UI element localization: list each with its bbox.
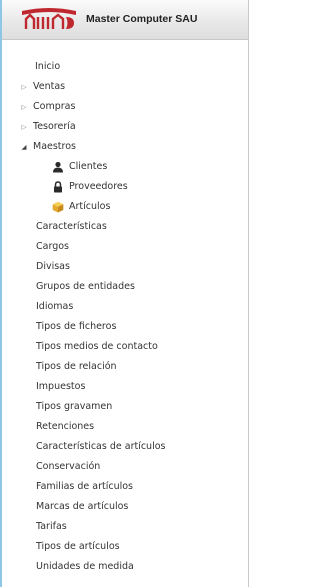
nav-item-grupos-entidades[interactable]: Grupos de entidades	[36, 277, 135, 297]
nav-label: Compras	[33, 101, 76, 112]
nav-item-tipos-gravamen[interactable]: Tipos gravamen	[36, 397, 112, 417]
nav-item-cargos[interactable]: Cargos	[36, 237, 69, 257]
nav-label: Familias de artículos	[36, 481, 134, 492]
nav-label: Tesorería	[33, 121, 76, 132]
nav-label: Tipos de ficheros	[36, 321, 117, 332]
nav-item-tarifas[interactable]: Tarifas	[36, 517, 67, 537]
lock-icon	[54, 181, 62, 193]
nav-item-caracteristicas[interactable]: Características	[36, 217, 107, 237]
nav-label: Características	[36, 221, 107, 232]
collapse-arrow-icon[interactable]: ◢	[20, 137, 28, 157]
nav-label: Clientes	[69, 161, 108, 172]
nav-item-inicio[interactable]: Inicio	[35, 57, 60, 77]
master-computer-logo-icon	[22, 8, 76, 29]
nav-label: Tipos de relación	[36, 361, 117, 372]
nav-item-impuestos[interactable]: Impuestos	[36, 377, 85, 397]
nav-item-tipos-articulos[interactable]: Tipos de artículos	[36, 537, 120, 557]
nav-label: Conservación	[36, 461, 101, 472]
nav-label: Tipos medios de contacto	[36, 341, 158, 352]
nav-item-tipos-medios-contacto[interactable]: Tipos medios de contacto	[36, 337, 158, 357]
nav-item-marcas-articulos[interactable]: Marcas de artículos	[36, 497, 128, 517]
navigation-panel: Master Computer SAU Inicio ▷ Ventas ▷ Co…	[0, 0, 249, 587]
expand-arrow-icon[interactable]: ▷	[20, 97, 28, 117]
nav-label: Tipos gravamen	[36, 401, 113, 412]
nav-item-unidades-medida[interactable]: Unidades de medida	[36, 557, 134, 577]
nav-item-caracteristicas-articulos[interactable]: Características de artículos	[36, 437, 165, 457]
nav-label: Unidades de medida	[36, 561, 134, 572]
nav-item-tipos-ficheros[interactable]: Tipos de ficheros	[36, 317, 116, 337]
nav-label: Maestros	[33, 141, 76, 152]
box-icon	[52, 201, 64, 213]
nav-item-retenciones[interactable]: Retenciones	[36, 417, 94, 437]
nav-label: Ventas	[33, 81, 66, 92]
nav-label: Impuestos	[36, 381, 86, 392]
nav-item-tipos-relacion[interactable]: Tipos de relación	[36, 357, 117, 377]
nav-label: Cargos	[36, 241, 69, 252]
nav-label: Inicio	[35, 61, 61, 72]
nav-label: Tarifas	[36, 521, 67, 532]
nav-label: Tipos de artículos	[36, 541, 120, 552]
nav-label: Idiomas	[36, 301, 74, 312]
nav-label: Divisas	[36, 261, 70, 272]
nav-item-familias-articulos[interactable]: Familias de artículos	[36, 477, 133, 497]
expand-arrow-icon[interactable]: ▷	[20, 77, 28, 97]
expand-arrow-icon[interactable]: ▷	[20, 117, 28, 137]
user-icon	[53, 161, 63, 173]
company-name: Master Computer SAU	[86, 13, 198, 25]
nav-item-divisas[interactable]: Divisas	[36, 257, 70, 277]
nav-label: Proveedores	[69, 181, 128, 192]
nav-item-idiomas[interactable]: Idiomas	[36, 297, 73, 317]
nav-item-conservacion[interactable]: Conservación	[36, 457, 100, 477]
nav-label: Marcas de artículos	[36, 501, 129, 512]
nav-label: Características de artículos	[36, 441, 166, 452]
nav-label: Artículos	[69, 201, 111, 212]
nav-label: Retenciones	[36, 421, 95, 432]
nav-label: Grupos de entidades	[36, 281, 135, 292]
company-header: Master Computer SAU	[2, 0, 248, 40]
